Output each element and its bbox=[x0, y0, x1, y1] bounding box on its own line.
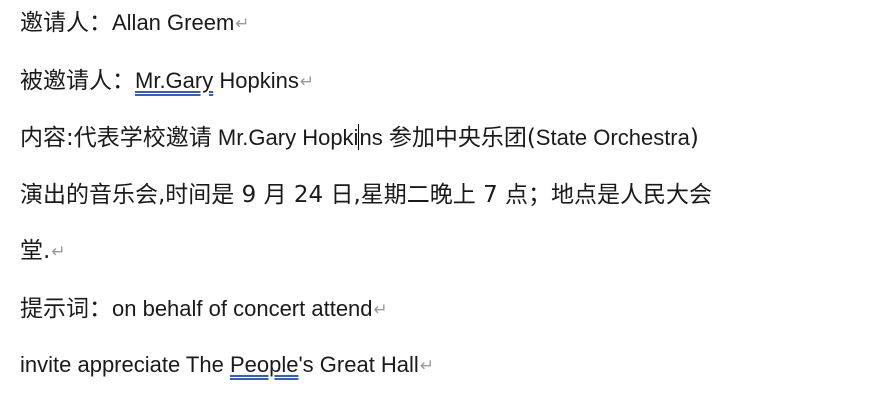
invitee-surname: Hopkins bbox=[213, 68, 299, 93]
close-paren: ) bbox=[689, 125, 699, 151]
content-invitee-name-part1: Mr.Gary Hopki bbox=[211, 125, 359, 150]
content-invitee-name-part2: ns bbox=[359, 125, 389, 150]
invitee-line[interactable]: 被邀请人：Mr.Gary Hopkins↵ bbox=[20, 66, 314, 97]
paragraph-mark-icon: ↵ bbox=[419, 356, 435, 376]
hint-words-line[interactable]: 提示词：on behalf of concert attend↵ bbox=[20, 294, 388, 325]
hint-words-line-2[interactable]: invite appreciate The People's Great Hal… bbox=[20, 350, 434, 381]
content-label: 内容:代表学校邀请 bbox=[20, 125, 212, 151]
content-ending: 堂. bbox=[20, 238, 51, 264]
invitee-title-misspelled: Mr.Gary bbox=[135, 68, 214, 93]
hint-label: 提示词： bbox=[20, 296, 112, 322]
inviter-name: Allan Greem bbox=[112, 10, 235, 35]
content-cn-text: 参加中央乐团( bbox=[388, 125, 536, 151]
content-line-1[interactable]: 内容:代表学校邀请 Mr.Gary Hopkins 参加中央乐团(State O… bbox=[20, 123, 699, 153]
content-details: 演出的音乐会,时间是 9 月 24 日,星期二晚上 7 点；地点是人民大会 bbox=[20, 182, 713, 208]
content-line-2[interactable]: 演出的音乐会,时间是 9 月 24 日,星期二晚上 7 点；地点是人民大会 bbox=[20, 180, 712, 210]
inviter-line[interactable]: 邀请人：Allan Greem↵ bbox=[20, 8, 250, 39]
hint-words-part1: invite appreciate The bbox=[20, 352, 230, 377]
inviter-label: 邀请人： bbox=[20, 10, 112, 36]
content-line-3[interactable]: 堂.↵ bbox=[20, 236, 66, 267]
paragraph-mark-icon: ↵ bbox=[235, 14, 250, 34]
paragraph-mark-icon: ↵ bbox=[299, 72, 315, 92]
hint-words-part2: 's Great Hall bbox=[298, 352, 419, 377]
invitee-label: 被邀请人： bbox=[20, 68, 135, 94]
orchestra-name: State Orchestra bbox=[535, 125, 690, 150]
hint-words: on behalf of concert attend bbox=[112, 296, 373, 321]
paragraph-mark-icon: ↵ bbox=[51, 242, 66, 262]
hint-word-people-flagged: People bbox=[229, 352, 299, 377]
paragraph-mark-icon: ↵ bbox=[373, 300, 388, 320]
